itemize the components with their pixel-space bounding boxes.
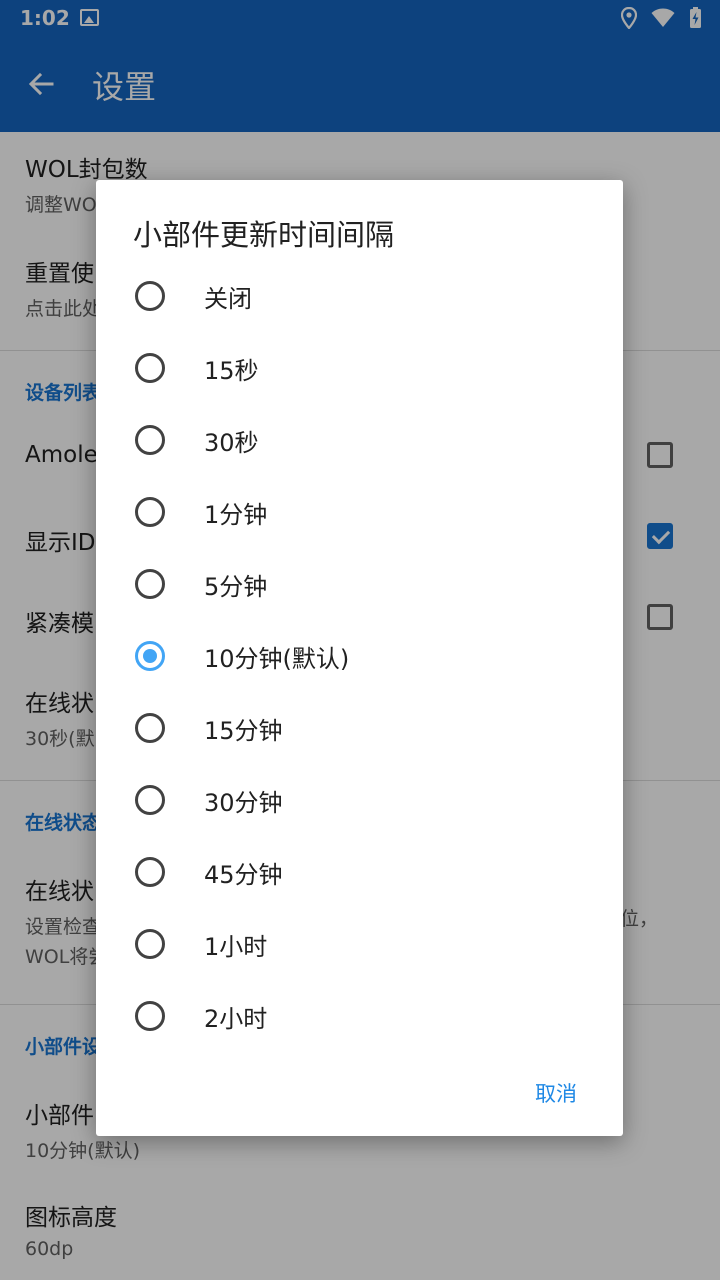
- option-45min[interactable]: 45分钟: [96, 836, 623, 908]
- option-15min[interactable]: 15分钟: [96, 692, 623, 764]
- radio-button-selected[interactable]: [135, 641, 165, 671]
- option-2h[interactable]: 2小时: [96, 980, 623, 1052]
- option-label: 10分钟(默认): [204, 644, 350, 673]
- option-label: 1分钟: [204, 500, 268, 529]
- radio-button[interactable]: [135, 857, 165, 887]
- option-label: 15分钟: [204, 716, 283, 745]
- update-interval-dialog: 小部件更新时间间隔 关闭 15秒 30秒 1分钟 5分钟 10分钟(默认) 15…: [96, 180, 623, 1136]
- radio-button[interactable]: [135, 1001, 165, 1031]
- option-label: 1小时: [204, 932, 268, 961]
- radio-button[interactable]: [135, 425, 165, 455]
- radio-button[interactable]: [135, 497, 165, 527]
- radio-button[interactable]: [135, 281, 165, 311]
- radio-button[interactable]: [135, 785, 165, 815]
- option-off[interactable]: 关闭: [96, 260, 623, 332]
- radio-button[interactable]: [135, 929, 165, 959]
- option-5min[interactable]: 5分钟: [96, 548, 623, 620]
- option-15s[interactable]: 15秒: [96, 332, 623, 404]
- option-30min[interactable]: 30分钟: [96, 764, 623, 836]
- option-label: 45分钟: [204, 860, 283, 889]
- option-1min[interactable]: 1分钟: [96, 476, 623, 548]
- radio-button[interactable]: [135, 353, 165, 383]
- option-label: 15秒: [204, 356, 259, 385]
- option-label: 关闭: [204, 284, 252, 313]
- option-1h[interactable]: 1小时: [96, 908, 623, 980]
- cancel-button[interactable]: 取消: [535, 1078, 577, 1108]
- radio-button[interactable]: [135, 569, 165, 599]
- option-label: 30秒: [204, 428, 259, 457]
- option-10min-default[interactable]: 10分钟(默认): [96, 620, 623, 692]
- option-label: 5分钟: [204, 572, 268, 601]
- option-30s[interactable]: 30秒: [96, 404, 623, 476]
- option-label: 2小时: [204, 1004, 268, 1033]
- option-label: 30分钟: [204, 788, 283, 817]
- dialog-title: 小部件更新时间间隔: [133, 218, 395, 252]
- radio-button[interactable]: [135, 713, 165, 743]
- option-list: 关闭 15秒 30秒 1分钟 5分钟 10分钟(默认) 15分钟 30分钟 45…: [96, 260, 623, 1052]
